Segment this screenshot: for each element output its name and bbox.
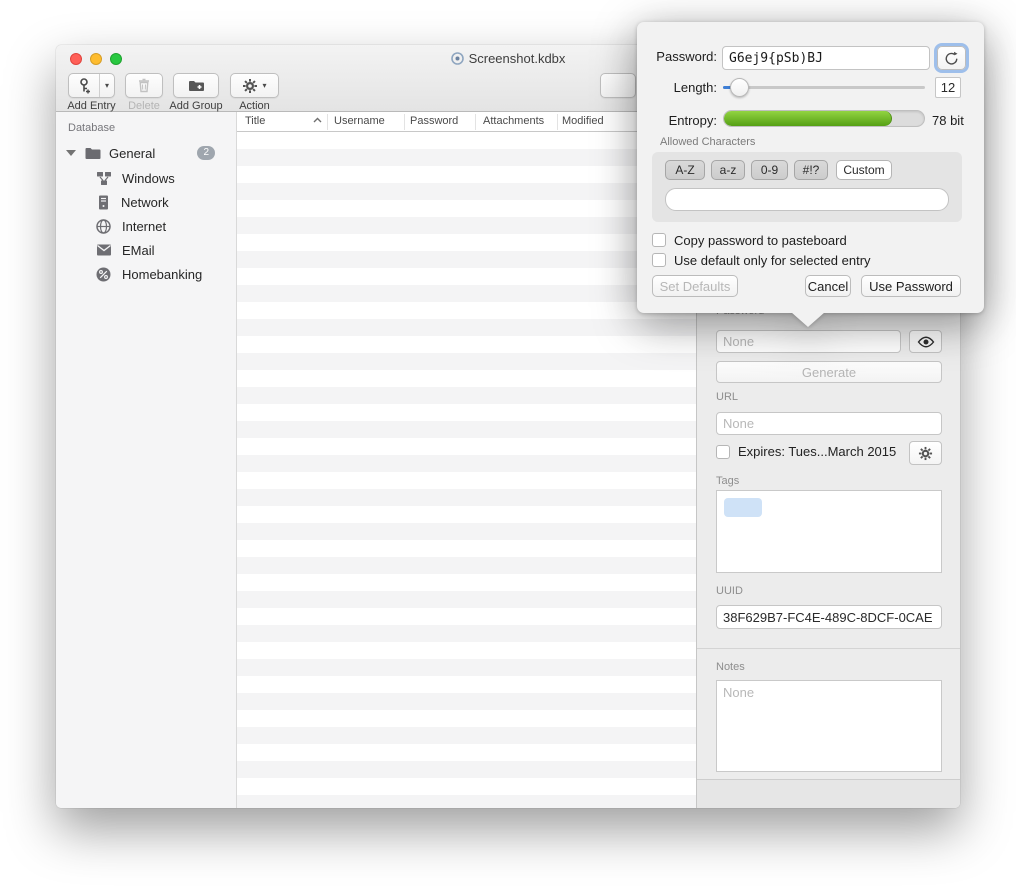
use-default-checkbox[interactable] xyxy=(652,253,666,267)
generate-button: Generate xyxy=(716,361,942,383)
disclosure-triangle-icon[interactable] xyxy=(66,150,76,156)
popover-password-label: Password: xyxy=(637,49,717,64)
trash-icon xyxy=(137,78,151,93)
sidebar-item-label: Windows xyxy=(122,171,175,186)
tags-section-label: Tags xyxy=(716,475,739,487)
copy-to-pasteboard-label: Copy password to pasteboard xyxy=(674,233,847,248)
uuid-section-label: UUID xyxy=(716,585,743,597)
envelope-icon xyxy=(96,244,112,256)
charset-uppercase-toggle[interactable]: A-Z xyxy=(665,160,705,180)
delete-label: Delete xyxy=(122,100,166,112)
popover-length-label: Length: xyxy=(637,80,717,95)
folder-plus-icon xyxy=(188,79,205,93)
table-header: Title Username Password Attachments Modi… xyxy=(237,112,696,132)
sidebar-item-email[interactable]: EMail xyxy=(56,239,236,261)
allowed-characters-label: Allowed Characters xyxy=(660,136,755,148)
gear-icon xyxy=(918,446,933,461)
password-input[interactable] xyxy=(716,330,901,353)
sort-ascending-icon xyxy=(313,117,322,123)
allowed-characters-box: A-Z a-z 0-9 #!? Custom xyxy=(652,152,962,222)
server-icon xyxy=(97,195,110,210)
tag-chip[interactable] xyxy=(724,498,762,517)
add-entry-label: Add Entry xyxy=(56,100,127,112)
percent-icon xyxy=(96,267,111,282)
entropy-bar xyxy=(723,110,925,127)
reveal-password-button[interactable] xyxy=(909,330,942,353)
cancel-button[interactable]: Cancel xyxy=(805,275,851,297)
set-defaults-button: Set Defaults xyxy=(652,275,738,297)
column-header-modified[interactable]: Modified xyxy=(562,115,604,127)
charset-symbols-toggle[interactable]: #!? xyxy=(794,160,828,180)
inspector-footer xyxy=(697,779,960,808)
sidebar-item-windows[interactable]: Windows xyxy=(56,167,236,189)
add-group-label: Add Group xyxy=(166,100,226,112)
sidebar-item-label: Homebanking xyxy=(122,267,202,282)
length-value-input[interactable] xyxy=(935,77,961,98)
desktop: Screenshot.kdbx ▾ Add Entry Delete xyxy=(0,0,1016,888)
entropy-value: 78 bit xyxy=(932,113,964,128)
entry-list-empty[interactable] xyxy=(237,132,696,808)
url-section-label: URL xyxy=(716,391,738,403)
sidebar: Database General 2 Windows Network xyxy=(56,112,237,808)
popover-arrow xyxy=(791,312,825,327)
add-entry-dropdown[interactable]: ▾ xyxy=(99,74,114,97)
toolbar-partial-button[interactable] xyxy=(600,73,636,98)
entry-table: Title Username Password Attachments Modi… xyxy=(237,112,696,808)
group-label: General xyxy=(109,146,155,161)
expires-label: Expires: Tues...March 2015 xyxy=(738,444,896,459)
url-input[interactable] xyxy=(716,412,942,435)
sidebar-item-network[interactable]: Network xyxy=(56,191,236,213)
notes-textarea[interactable] xyxy=(716,680,942,772)
document-icon xyxy=(451,52,464,65)
expires-checkbox[interactable] xyxy=(716,445,730,459)
sidebar-item-label: EMail xyxy=(122,243,155,258)
column-header-password[interactable]: Password xyxy=(410,115,458,127)
key-plus-icon xyxy=(69,78,99,94)
folder-icon xyxy=(85,147,101,160)
regenerate-button[interactable] xyxy=(937,46,966,70)
delete-button xyxy=(125,73,163,98)
sidebar-item-homebanking[interactable]: Homebanking xyxy=(56,263,236,285)
action-label: Action xyxy=(228,100,281,112)
entropy-bar-fill xyxy=(724,111,892,126)
charset-lowercase-toggle[interactable]: a-z xyxy=(711,160,745,180)
refresh-icon xyxy=(944,51,959,66)
length-slider[interactable] xyxy=(723,86,925,89)
sidebar-item-internet[interactable]: Internet xyxy=(56,215,236,237)
notes-section-label: Notes xyxy=(716,661,745,673)
column-header-title[interactable]: Title xyxy=(245,115,265,127)
expires-settings-button[interactable] xyxy=(909,441,942,465)
column-header-attachments[interactable]: Attachments xyxy=(483,115,544,127)
use-default-label: Use default only for selected entry xyxy=(674,253,871,268)
add-entry-button[interactable]: ▾ xyxy=(68,73,115,98)
custom-characters-input[interactable] xyxy=(665,188,949,211)
charset-custom-toggle[interactable]: Custom xyxy=(836,160,892,180)
sidebar-item-label: Network xyxy=(121,195,169,210)
action-button[interactable]: ▾ xyxy=(230,73,279,98)
sidebar-group-general[interactable]: General 2 xyxy=(56,142,236,164)
add-group-button[interactable] xyxy=(173,73,219,98)
tags-field[interactable] xyxy=(716,490,942,573)
divider xyxy=(697,648,960,649)
charset-digits-toggle[interactable]: 0-9 xyxy=(751,160,788,180)
copy-to-pasteboard-checkbox[interactable] xyxy=(652,233,666,247)
eye-icon xyxy=(917,336,935,348)
chevron-down-icon: ▾ xyxy=(105,81,109,90)
popover-entropy-label: Entropy: xyxy=(637,113,717,128)
column-header-username[interactable]: Username xyxy=(334,115,385,127)
length-slider-knob[interactable] xyxy=(730,78,749,97)
gear-icon xyxy=(242,78,258,94)
group-count-badge: 2 xyxy=(197,146,215,160)
password-generator-popover: Password: Length: Entropy: 78 bit Allowe… xyxy=(637,22,984,328)
globe-icon xyxy=(96,219,111,234)
chevron-down-icon: ▾ xyxy=(262,81,266,90)
windows-group-icon xyxy=(96,171,112,186)
use-password-button[interactable]: Use Password xyxy=(861,275,961,297)
sidebar-section-database: Database xyxy=(68,122,115,134)
sidebar-item-label: Internet xyxy=(122,219,166,234)
generated-password-input[interactable] xyxy=(722,46,930,70)
uuid-field[interactable] xyxy=(716,605,942,629)
